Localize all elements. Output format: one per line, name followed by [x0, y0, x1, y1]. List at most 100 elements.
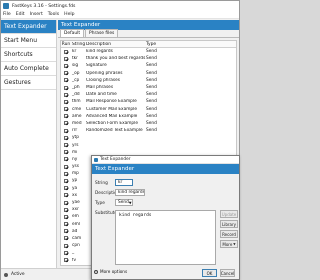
column-type[interactable]: Type — [146, 42, 166, 47]
run-checkbox[interactable] — [64, 222, 68, 227]
string-cell: yrs — [72, 142, 79, 148]
run-checkbox[interactable] — [64, 128, 68, 133]
run-checkbox[interactable] — [64, 99, 68, 104]
string-cell: yp — [72, 178, 78, 184]
menu-edit[interactable]: Edit — [16, 12, 25, 17]
run-checkbox-cell — [61, 214, 71, 219]
table-row[interactable]: _ph Mail phrases Send — [61, 84, 236, 91]
description-cell: Selection Form Example — [86, 120, 138, 126]
sidebar-item-start-menu[interactable]: Start Menu — [1, 34, 56, 48]
run-checkbox[interactable] — [64, 243, 68, 248]
sidebar-item-gestures[interactable]: Gestures — [1, 76, 56, 90]
substitute-textarea[interactable]: kind regards — [115, 210, 216, 265]
description-cell: Date and time — [86, 92, 117, 98]
string-cell: yss — [72, 164, 80, 170]
type-cell: Send — [146, 56, 157, 62]
column-description[interactable]: Description — [86, 42, 146, 47]
run-checkbox-cell — [61, 258, 71, 263]
run-checkbox[interactable] — [64, 214, 68, 219]
more-options-toggle[interactable]: ˅ More options — [94, 269, 127, 274]
run-checkbox[interactable] — [64, 186, 68, 191]
string-cell: ad — [72, 228, 78, 234]
run-checkbox[interactable] — [64, 135, 68, 140]
title-bar: FastKeys 3.16 - Settings.fds — [1, 1, 239, 11]
table-row[interactable]: _op Opening phrases Send — [61, 70, 236, 77]
run-checkbox[interactable] — [64, 164, 68, 169]
type-cell: Send — [146, 49, 157, 55]
tab-phrase-files[interactable]: Phrase files — [85, 29, 119, 37]
menu-help[interactable]: Help — [64, 12, 74, 17]
table-row[interactable]: kr kind regards Send — [61, 48, 236, 55]
type-select[interactable]: Send ▼ — [115, 199, 133, 206]
column-string[interactable]: String — [71, 42, 86, 47]
run-checkbox[interactable] — [64, 193, 68, 198]
table-row[interactable]: ytp — [61, 134, 236, 141]
run-checkbox[interactable] — [64, 250, 68, 255]
run-checkbox-cell — [61, 128, 71, 133]
menu-insert[interactable]: Insert — [30, 12, 43, 17]
run-checkbox[interactable] — [64, 107, 68, 112]
run-checkbox[interactable] — [64, 85, 68, 90]
table-row[interactable]: thm Mail Response Example Send — [61, 98, 236, 105]
run-checkbox[interactable] — [64, 150, 68, 155]
run-checkbox[interactable] — [64, 258, 68, 263]
string-cell: ytp — [72, 135, 79, 141]
table-row[interactable]: med Selection Form Example Send — [61, 120, 236, 127]
run-checkbox-cell — [61, 114, 71, 119]
table-row[interactable]: _cp Closing phrases Send — [61, 77, 236, 84]
run-checkbox[interactable] — [64, 229, 68, 234]
tab-default[interactable]: Default — [60, 29, 85, 37]
description-cell: Mail Response Example — [86, 99, 137, 105]
table-row[interactable]: tkr thank you and best regards Send — [61, 55, 236, 62]
table-row[interactable]: sig Signature Send — [61, 62, 236, 69]
run-checkbox[interactable] — [64, 207, 68, 212]
run-checkbox[interactable] — [64, 78, 68, 83]
run-checkbox[interactable] — [64, 178, 68, 183]
dialog-title: Text Expander — [100, 157, 131, 162]
string-field[interactable]: kr — [115, 179, 133, 186]
run-checkbox[interactable] — [64, 121, 68, 126]
run-checkbox[interactable] — [64, 200, 68, 205]
run-checkbox[interactable] — [64, 171, 68, 176]
menu-file[interactable]: File — [3, 12, 11, 17]
run-checkbox[interactable] — [64, 143, 68, 148]
string-cell: em — [72, 214, 79, 220]
sidebar-item-text-expander[interactable]: Text Expander — [1, 20, 56, 34]
column-run[interactable]: Run — [61, 42, 71, 47]
update-button[interactable]: Update — [220, 210, 238, 218]
more-button[interactable]: More ▼ — [220, 240, 238, 248]
sidebar-item-auto-complete[interactable]: Auto Complete — [1, 62, 56, 76]
library-button[interactable]: Library — [220, 220, 238, 228]
ok-button[interactable]: OK — [202, 269, 217, 277]
table-row[interactable]: ame Advanced Mail Example Send — [61, 113, 236, 120]
run-checkbox[interactable] — [64, 236, 68, 241]
string-cell: xx — [72, 192, 78, 198]
run-checkbox-cell — [61, 164, 71, 169]
dialog-title-bar: Text Expander — [92, 156, 239, 164]
chevron-down-icon: ▼ — [128, 200, 132, 205]
table-row[interactable]: cme Customer Mail Example Send — [61, 106, 236, 113]
string-cell: sig — [72, 63, 79, 69]
menu-tools[interactable]: Tools — [48, 12, 59, 17]
description-cell: Closing phrases — [86, 77, 121, 83]
table-row[interactable]: yrs — [61, 141, 236, 148]
string-cell: _op — [72, 70, 80, 76]
run-checkbox-cell — [61, 71, 71, 76]
run-checkbox[interactable] — [64, 63, 68, 68]
text-expander-dialog: Text Expander Text Expander String kr De… — [91, 155, 240, 280]
run-checkbox[interactable] — [64, 56, 68, 61]
run-checkbox-cell — [61, 99, 71, 104]
run-checkbox[interactable] — [64, 92, 68, 97]
run-checkbox[interactable] — [64, 157, 68, 162]
description-field[interactable]: kind regards — [115, 189, 145, 196]
sidebar-item-shortcuts[interactable]: Shortcuts — [1, 48, 56, 62]
table-row[interactable]: rrr Randomized Text Example Send — [61, 127, 236, 134]
table-row[interactable]: _dd Date and time Send — [61, 91, 236, 98]
run-checkbox[interactable] — [64, 114, 68, 119]
run-checkbox[interactable] — [64, 49, 68, 54]
cancel-button[interactable]: Cancel — [220, 269, 235, 277]
run-checkbox-cell — [61, 85, 71, 90]
record-button[interactable]: Record — [220, 230, 238, 238]
type-select-value: Send — [118, 200, 129, 205]
run-checkbox[interactable] — [64, 71, 68, 76]
